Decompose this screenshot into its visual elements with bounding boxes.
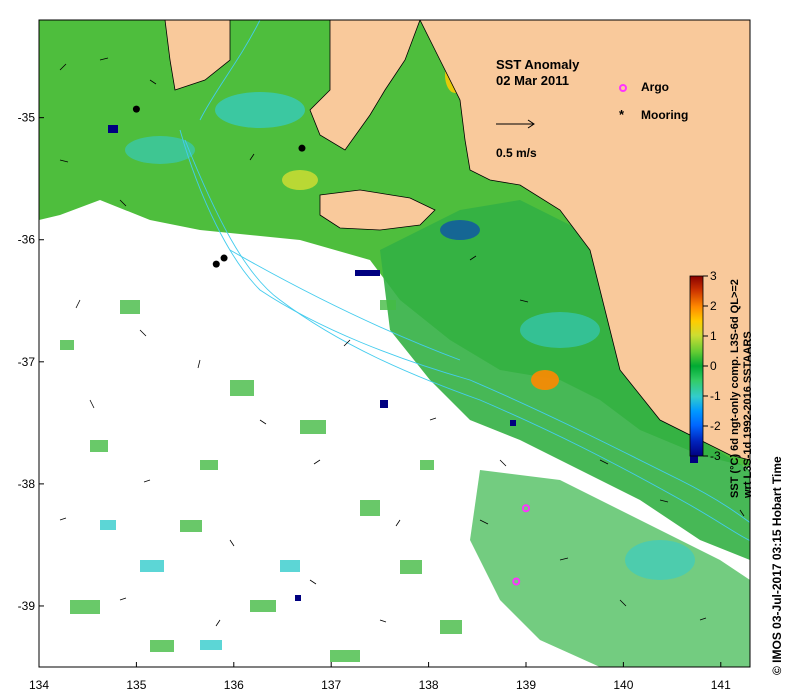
- y-tick-label: -39: [18, 599, 36, 613]
- mooring-marker: [132, 105, 140, 113]
- colorbar: [689, 275, 704, 457]
- x-tick-label: 138: [419, 678, 439, 692]
- x-tick-label: 141: [711, 678, 731, 692]
- y-tick-label: -35: [18, 111, 36, 125]
- mooring-legend-label: Mooring: [641, 108, 688, 122]
- colorbar-label-line2: wrt L3S-1d 1992-2016 SSTAARS: [742, 331, 754, 499]
- y-tick-label: -36: [18, 233, 36, 247]
- mooring-marker: [220, 254, 228, 262]
- x-tick-label: 140: [613, 678, 633, 692]
- y-tick-label: -37: [18, 355, 36, 369]
- warm-patch: [282, 170, 318, 190]
- x-tick-label: 135: [126, 678, 146, 692]
- colorbar-tick-label: 3: [710, 269, 717, 283]
- mooring-marker: [212, 260, 220, 268]
- y-tick-label: -38: [18, 477, 36, 491]
- sst-anomaly-map: SST Anomaly 02 Mar 2011 0.5 m/s Argo * M…: [18, 19, 784, 692]
- imos-credit: © IMOS 03-Jul-2017 03:15 Hobart Time: [770, 456, 784, 675]
- colorbar-tick-label: 2: [710, 299, 717, 313]
- map-title: SST Anomaly: [496, 57, 580, 72]
- map-date: 02 Mar 2011: [496, 73, 569, 88]
- cool-patch: [625, 540, 695, 580]
- cool-patch: [520, 312, 600, 348]
- colorbar-tick-label: 0: [710, 359, 717, 373]
- colorbar-tick-label: -2: [710, 419, 721, 433]
- warm-patch: [531, 370, 559, 390]
- x-tick-label: 136: [224, 678, 244, 692]
- x-tick-label: 139: [516, 678, 536, 692]
- mooring-marker: [298, 144, 306, 152]
- x-tick-label: 134: [29, 678, 49, 692]
- colorbar-tick-label: -1: [710, 389, 721, 403]
- colorbar-label-line1: SST (°C) 6d ngt-only comp. L3S-6d QL>=2: [729, 279, 741, 498]
- cool-patch: [215, 92, 305, 128]
- cool-patch: [440, 220, 480, 240]
- colorbar-tick-label: 1: [710, 329, 717, 343]
- x-tick-label: 137: [321, 678, 341, 692]
- vector-scale-label: 0.5 m/s: [496, 146, 537, 160]
- argo-legend-label: Argo: [641, 80, 669, 94]
- colorbar-tick-label: -3: [710, 449, 721, 463]
- cool-patch: [125, 136, 195, 164]
